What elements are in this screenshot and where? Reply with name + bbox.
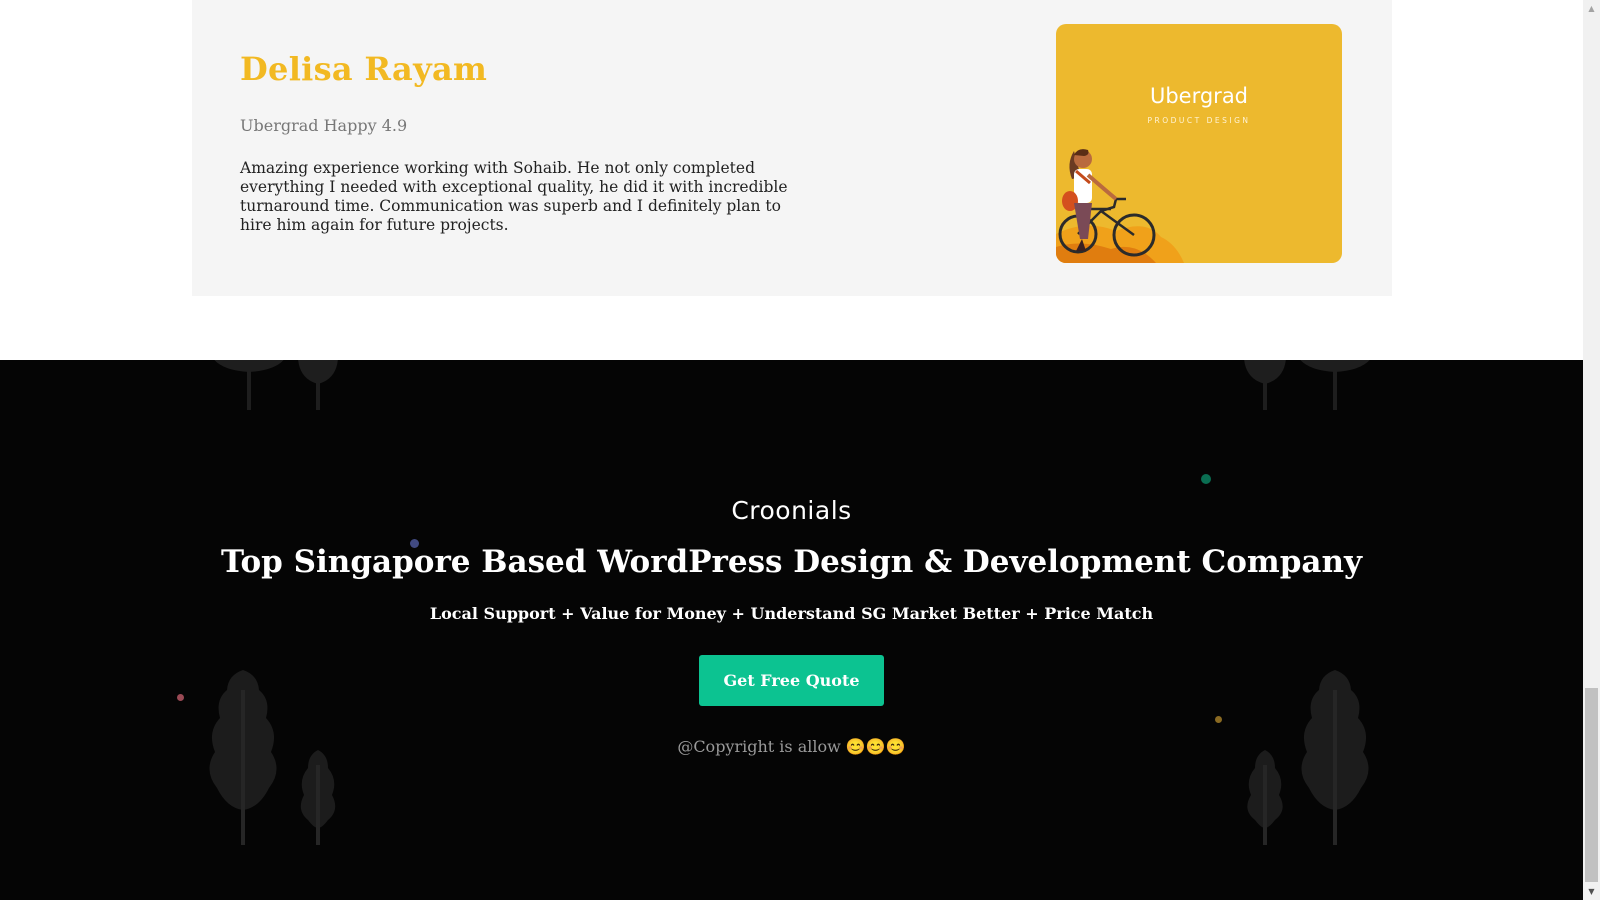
scroll-down-arrow-icon[interactable]: ▼ — [1583, 883, 1600, 900]
tree-icon — [1301, 670, 1369, 845]
tree-icon — [298, 360, 338, 410]
tree-icon — [300, 750, 336, 845]
footer-logo[interactable]: Croonials — [0, 496, 1583, 525]
scrollbar-thumb[interactable] — [1585, 688, 1598, 882]
project-image-brand: Ubergrad — [1149, 84, 1249, 108]
tree-icon — [209, 670, 277, 845]
decorative-dot — [1201, 474, 1211, 484]
footer-tagline: Local Support + Value for Money + Unders… — [429, 604, 1154, 623]
tree-icon — [1247, 750, 1283, 845]
copyright-text: @Copyright is allow 😊😊😊 — [677, 737, 906, 756]
get-free-quote-button[interactable]: Get Free Quote — [699, 655, 884, 706]
tree-icon — [1300, 360, 1370, 410]
reviewer-name: Delisa Rayam — [240, 50, 488, 88]
testimonial-card: Delisa Rayam Ubergrad Happy 4.9 Amazing … — [192, 0, 1392, 296]
footer: Croonials Top Singapore Based WordPress … — [0, 360, 1583, 900]
tree-icon — [1244, 360, 1286, 410]
decorative-dot — [177, 694, 184, 701]
footer-headline: Top Singapore Based WordPress Design & D… — [220, 544, 1363, 580]
scrollbar[interactable]: ▲ ▼ — [1583, 0, 1600, 900]
testimonial-section: Delisa Rayam Ubergrad Happy 4.9 Amazing … — [0, 0, 1583, 360]
scroll-up-arrow-icon[interactable]: ▲ — [1583, 0, 1600, 17]
project-image: Ubergrad PRODUCT DESIGN — [1056, 24, 1342, 263]
rating-line: Ubergrad Happy 4.9 — [240, 116, 408, 135]
review-text: Amazing experience working with Sohaib. … — [240, 159, 788, 234]
decorative-dot — [1215, 716, 1222, 723]
tree-icon — [214, 360, 284, 410]
woman-with-bicycle-illustration — [1056, 149, 1184, 263]
